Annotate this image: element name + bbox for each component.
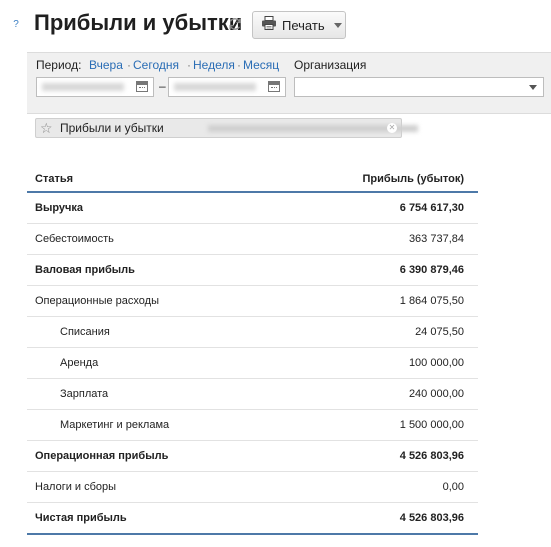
row-item-name: Налоги и сборы [35, 481, 117, 493]
table-row: Зарплата 240 000,00 [27, 379, 478, 410]
row-item-name: Чистая прибыль [35, 512, 127, 524]
table-row: Валовая прибыль 6 390 879,46 [27, 255, 478, 286]
row-item-value: 6 754 617,30 [399, 202, 464, 214]
row-item-name: Операционные расходы [35, 295, 159, 307]
chevron-down-icon [529, 85, 537, 90]
table-header: Статья Прибыль (убыток) [27, 166, 478, 193]
refresh-icon[interactable] [228, 17, 242, 31]
period-separator: · [237, 58, 241, 72]
column-header-item: Статья [35, 173, 74, 185]
period-link-yesterday[interactable]: Вчера [89, 58, 123, 72]
column-header-profit: Прибыль (убыток) [362, 173, 464, 185]
row-item-name: Списания [60, 326, 110, 338]
period-separator: · [187, 58, 191, 72]
print-button-label: Печать [282, 17, 325, 33]
table-row: Аренда 100 000,00 [27, 348, 478, 379]
row-item-name: Зарплата [60, 388, 109, 400]
row-item-value: 100 000,00 [408, 357, 464, 369]
table-row: Операционная прибыль 4 526 803,96 [27, 441, 478, 472]
table-row: Операционные расходы 1 864 075,50 [27, 286, 478, 317]
row-item-value: 1 864 075,50 [399, 295, 464, 307]
printer-icon [261, 15, 277, 35]
row-item-value: 240 000,00 [408, 388, 464, 400]
blurred-date-text [42, 83, 124, 91]
row-item-name: Аренда [60, 357, 99, 369]
table-row: Маркетинг и реклама 1 500 000,00 [27, 410, 478, 441]
report-chip[interactable]: ☆ Прибыли и убытки ✕ [35, 118, 418, 138]
calendar-icon[interactable] [136, 81, 148, 92]
date-to-input[interactable] [168, 77, 286, 97]
table-row: Себестоимость 363 737,84 [27, 224, 478, 255]
period-separator: · [127, 58, 131, 72]
date-from-input[interactable] [36, 77, 154, 97]
close-icon[interactable]: ✕ [387, 123, 397, 133]
row-item-value: 363 737,84 [408, 233, 464, 245]
calendar-icon[interactable] [268, 81, 280, 92]
row-item-name: Маркетинг и реклама [60, 419, 170, 431]
chevron-down-icon [333, 22, 342, 28]
page-title: Прибыли и убытки [34, 10, 243, 35]
table-row: Выручка 6 754 617,30 [27, 193, 478, 224]
organization-select[interactable] [294, 77, 544, 97]
report-chip-label: Прибыли и убытки [60, 121, 164, 135]
organization-label: Организация [294, 58, 367, 72]
row-item-name: Себестоимость [35, 233, 114, 245]
table-row: Налоги и сборы 0,00 [27, 472, 478, 503]
star-icon[interactable]: ☆ [40, 120, 53, 136]
period-link-today[interactable]: Сегодня [133, 58, 179, 72]
row-item-name: Валовая прибыль [35, 264, 135, 276]
row-item-value: 24 075,50 [415, 326, 464, 338]
period-link-week[interactable]: Неделя [193, 58, 235, 72]
row-item-value: 4 526 803,96 [399, 512, 464, 524]
period-label: Период: [36, 58, 82, 72]
date-separator: – [159, 79, 166, 93]
table-row: Списания 24 075,50 [27, 317, 478, 348]
row-item-name: Выручка [35, 202, 84, 214]
help-icon[interactable]: ? [10, 19, 22, 31]
row-item-value: 4 526 803,96 [399, 450, 464, 462]
row-item-value: 6 390 879,46 [399, 264, 464, 276]
period-link-month[interactable]: Месяц [243, 58, 279, 72]
table-row: Чистая прибыль 4 526 803,96 [27, 503, 478, 535]
row-item-value: 1 500 000,00 [399, 419, 464, 431]
row-item-value: 0,00 [442, 481, 464, 493]
blurred-date-text [174, 83, 256, 91]
row-item-name: Операционная прибыль [35, 450, 169, 462]
print-button[interactable]: Печать [252, 11, 346, 39]
profit-loss-table: Статья Прибыль (убыток) Выручка 6 754 617… [27, 166, 478, 535]
